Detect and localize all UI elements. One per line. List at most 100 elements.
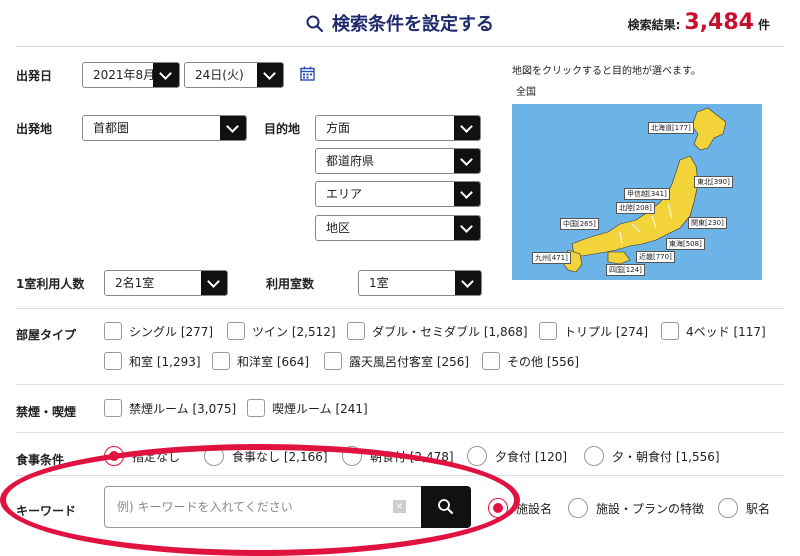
month-select[interactable]: 2021年8月 [82, 62, 180, 88]
checkbox[interactable] [104, 352, 122, 370]
rooms-value: 1室 [369, 276, 389, 290]
radio[interactable] [568, 498, 588, 518]
keyword-mode-station[interactable]: 駅名 [718, 498, 770, 518]
checkbox-label: 和室 [1,293] [129, 354, 201, 369]
room-type-4bed[interactable]: 4ベッド [117] [661, 322, 766, 340]
map-hint: 地図をクリックすると目的地が選べます。 [512, 66, 701, 77]
persons-select[interactable]: 2名1室 [104, 270, 228, 296]
results-unit: 件 [757, 18, 770, 32]
room-type-triple[interactable]: トリプル [274] [539, 322, 648, 340]
radio[interactable] [204, 446, 224, 466]
chevron-down-icon [201, 271, 227, 295]
room-type-twin[interactable]: ツイン [2,512] [227, 322, 336, 340]
checkbox-label: シングル [277] [129, 324, 214, 339]
search-icon [306, 15, 324, 38]
departure-place-label: 出発地 [16, 122, 53, 136]
keyword-label: キーワード [16, 504, 77, 518]
meal-dinner[interactable]: 夕食付 [120] [467, 446, 567, 466]
radio[interactable] [584, 446, 604, 466]
rooms-select[interactable]: 1室 [358, 270, 482, 296]
persons-value: 2名1室 [115, 276, 155, 290]
departure-date-label: 出発日 [16, 69, 53, 83]
smoking-smoking[interactable]: 喫煙ルーム [241] [247, 399, 368, 417]
map-label-chugoku[interactable]: 中国[265] [560, 218, 599, 230]
departure-place-value: 首都圏 [93, 121, 130, 135]
room-type-other[interactable]: その他 [556] [482, 352, 579, 370]
keyword-input[interactable]: 例) キーワードを入れてください [104, 486, 422, 528]
persons-label: 1室利用人数 [16, 277, 85, 291]
keyword-mode-features[interactable]: 施設・プランの特徴 [568, 498, 704, 518]
radio-label: 指定なし [132, 449, 181, 464]
radio-label: 夕食付 [120] [495, 449, 568, 464]
checkbox[interactable] [212, 352, 230, 370]
radio[interactable] [342, 446, 362, 466]
room-type-washitsu[interactable]: 和室 [1,293] [104, 352, 201, 370]
checkbox-label: ツイン [2,512] [252, 324, 336, 339]
checkbox[interactable] [227, 322, 245, 340]
radio-selected[interactable] [104, 446, 124, 466]
chevron-down-icon [153, 63, 179, 87]
meal-dinner-breakfast[interactable]: 夕・朝食付 [1,556] [584, 446, 720, 466]
prefecture-select[interactable]: 都道府県 [315, 148, 481, 174]
checkbox-label: 和洋室 [664] [237, 354, 310, 369]
area-select[interactable]: エリア [315, 181, 481, 207]
divider [16, 46, 784, 47]
map-label-hokkaido[interactable]: 北海道[177] [648, 122, 694, 134]
day-select[interactable]: 24日(火) [184, 62, 284, 88]
region-value: 方面 [326, 121, 351, 135]
radio-label: 施設名 [516, 501, 553, 516]
meal-no-meal[interactable]: 食事なし [2,166] [204, 446, 328, 466]
map-label-kinki[interactable]: 近畿[770] [636, 251, 675, 263]
checkbox[interactable] [104, 399, 122, 417]
chevron-down-icon [454, 216, 480, 240]
results-label: 検索結果: [627, 18, 681, 32]
map-label-hokuriku[interactable]: 北陸[208] [616, 202, 655, 214]
day-value: 24日(火) [195, 68, 244, 82]
map-label-kyushu[interactable]: 九州[471] [532, 252, 571, 264]
checkbox[interactable] [347, 322, 365, 340]
radio[interactable] [467, 446, 487, 466]
radio-selected[interactable] [488, 498, 508, 518]
radio-label: 食事なし [2,166] [232, 449, 328, 464]
chevron-down-icon [455, 271, 481, 295]
checkbox[interactable] [247, 399, 265, 417]
checkbox-label: 禁煙ルーム [3,075] [129, 401, 237, 416]
meal-breakfast[interactable]: 朝食付 [2,478] [342, 446, 454, 466]
room-type-wayoshitsu[interactable]: 和洋室 [664] [212, 352, 309, 370]
radio-label: 施設・プランの特徴 [596, 501, 705, 516]
room-type-open-air-bath[interactable]: 露天風呂付客室 [256] [324, 352, 469, 370]
smoking-label: 禁煙・喫煙 [16, 405, 77, 419]
keyword-search-button[interactable] [421, 486, 471, 528]
room-type-label: 部屋タイプ [16, 328, 77, 342]
checkbox-label: ダブル・セミダブル [1,868] [372, 324, 528, 339]
meal-none-specified[interactable]: 指定なし [104, 446, 180, 466]
map-label-tokai[interactable]: 東海[508] [666, 238, 705, 250]
checkbox[interactable] [661, 322, 679, 340]
keyword-mode-facility-name[interactable]: 施設名 [488, 498, 552, 518]
divider [16, 475, 784, 476]
map-label-koshinetsu[interactable]: 甲信越[341] [624, 188, 670, 200]
checkbox-label: 喫煙ルーム [241] [272, 401, 368, 416]
map-label-shikoku[interactable]: 四国[124] [606, 264, 645, 276]
region-select[interactable]: 方面 [315, 115, 481, 141]
checkbox[interactable] [324, 352, 342, 370]
radio-label: 駅名 [746, 501, 771, 516]
page-title-text: 検索条件を設定する [332, 14, 494, 35]
checkbox[interactable] [104, 322, 122, 340]
room-type-single[interactable]: シングル [277] [104, 322, 213, 340]
radio[interactable] [718, 498, 738, 518]
district-select[interactable]: 地区 [315, 215, 481, 241]
divider [16, 384, 784, 385]
japan-map[interactable]: 北海道[177] 東北[390] 甲信越[341] 北陸[208] 関東[230… [512, 104, 762, 280]
room-type-double[interactable]: ダブル・セミダブル [1,868] [347, 322, 528, 340]
area-value: エリア [326, 187, 363, 201]
checkbox[interactable] [539, 322, 557, 340]
checkbox[interactable] [482, 352, 500, 370]
departure-place-select[interactable]: 首都圏 [82, 115, 247, 141]
smoking-nonsmoking[interactable]: 禁煙ルーム [3,075] [104, 399, 236, 417]
calendar-icon[interactable] [300, 66, 315, 84]
chevron-down-icon [257, 63, 283, 87]
map-label-kanto[interactable]: 関東[230] [688, 217, 727, 229]
map-label-tohoku[interactable]: 東北[390] [694, 176, 733, 188]
clear-icon[interactable]: × [393, 500, 406, 513]
